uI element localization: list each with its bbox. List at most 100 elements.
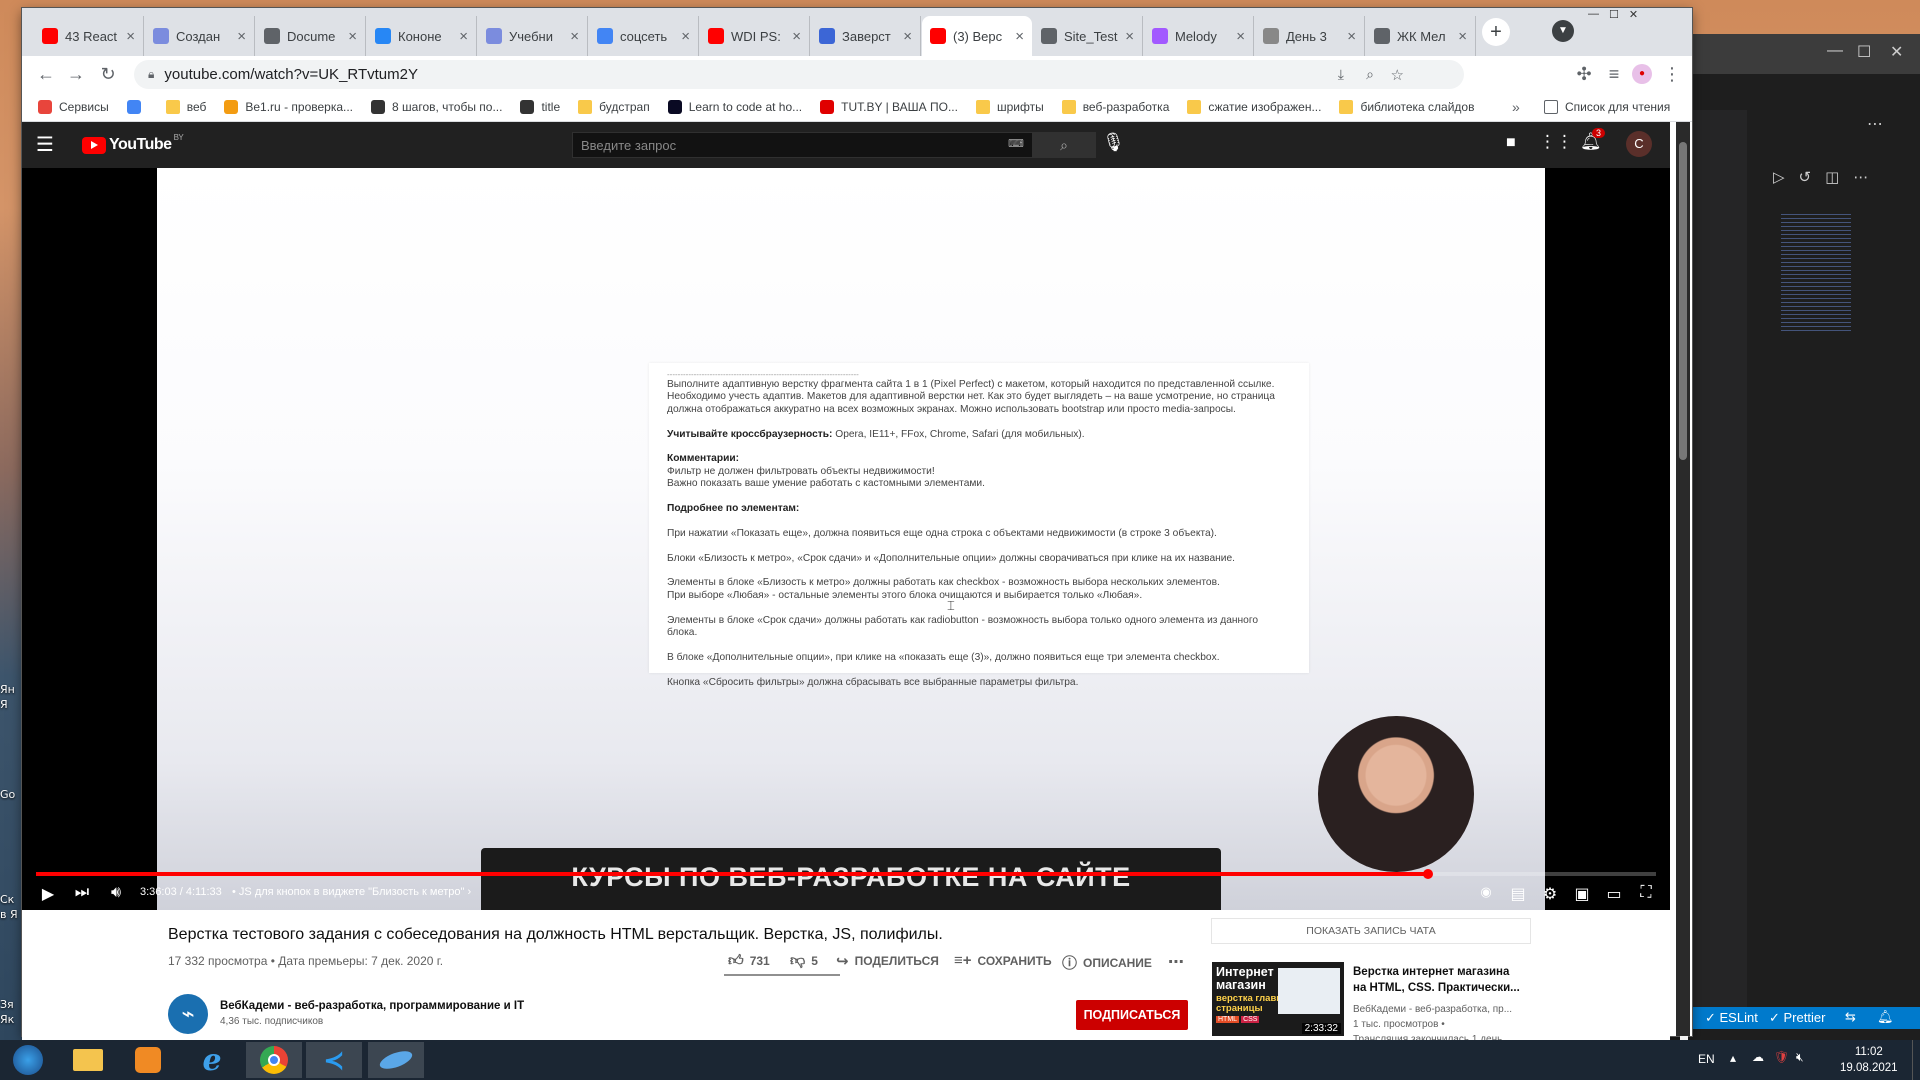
clock[interactable]: 11:02 19.08.2021 (1840, 1044, 1898, 1076)
reload-icon[interactable]: ↻ (96, 62, 120, 86)
share-button[interactable]: ↪ ПОДЕЛИТЬСЯ (836, 952, 939, 970)
chat-replay-button[interactable]: ПОКАЗАТЬ ЗАПИСЬ ЧАТА (1211, 918, 1531, 944)
save-button[interactable]: ≡+ СОХРАНИТЬ (954, 952, 1052, 969)
maximize-icon[interactable]: ☐ (1609, 8, 1619, 22)
youtube-logo[interactable]: YouTube BY (82, 133, 184, 154)
bookmark[interactable]: 8 шагов, чтобы по... (371, 99, 502, 114)
firewall-icon[interactable]: 🛡︎ (1774, 1050, 1789, 1064)
media-control-icon[interactable]: ≡ (1602, 62, 1626, 86)
taskbar-app[interactable] (368, 1042, 424, 1078)
maximize-icon[interactable]: ☐ (1857, 42, 1871, 62)
lock-icon[interactable]: 🔒︎ (148, 67, 154, 82)
run-icon[interactable]: ▷ (1773, 168, 1785, 194)
tab-search-icon[interactable]: ▼ (1552, 20, 1574, 42)
close-tab-icon[interactable]: × (348, 28, 357, 45)
bookmark[interactable]: TUT.BY | ВАША ПО... (820, 99, 958, 114)
video-player[interactable]: ----------------------------------------… (22, 168, 1670, 950)
more-bookmarks-icon[interactable]: » (1512, 99, 1520, 115)
close-tab-icon[interactable]: × (681, 28, 690, 45)
bookmark[interactable]: Сервисы (38, 99, 109, 114)
profile-icon[interactable]: ● (1632, 64, 1652, 84)
tab[interactable]: День 3 × (1255, 16, 1365, 56)
search-input[interactable]: Введите запрос (572, 132, 1052, 158)
minimize-icon[interactable]: — (1588, 8, 1599, 22)
bookmark[interactable]: веб (165, 99, 206, 114)
bookmark[interactable]: будстрап (578, 99, 650, 114)
language-indicator[interactable]: EN (1698, 1052, 1715, 1066)
avatar[interactable]: С (1626, 131, 1652, 157)
description-button[interactable]: ⓘ ОПИСАНИЕ (1062, 952, 1152, 973)
close-tab-icon[interactable]: × (1125, 28, 1134, 45)
fullscreen-icon[interactable]: ⛶ (1634, 884, 1658, 902)
page-scrollbar[interactable] (1676, 122, 1690, 1036)
channel-avatar[interactable]: ⌁ (168, 994, 208, 1034)
tray-up-icon[interactable]: ▴ (1730, 1051, 1736, 1065)
scrollbar-thumb[interactable] (1679, 142, 1687, 460)
miniplayer-icon[interactable]: ▣ (1570, 884, 1594, 904)
install-icon[interactable]: ⤓ (1338, 66, 1344, 83)
tab[interactable]: Заверст × (811, 16, 921, 56)
bookmark[interactable]: шрифты (975, 99, 1044, 114)
more-actions-icon[interactable]: ⋯ (1168, 952, 1184, 972)
bell-icon[interactable]: 🔔︎ (1877, 1009, 1894, 1025)
close-tab-icon[interactable]: × (792, 28, 801, 45)
theater-mode-icon[interactable]: ▭ (1602, 884, 1626, 904)
subscribe-button[interactable]: ПОДПИСАТЬСЯ (1076, 1000, 1188, 1030)
start-button[interactable] (0, 1042, 56, 1078)
microphone-icon[interactable]: 🎙︎ (1102, 132, 1125, 153)
close-tab-icon[interactable]: × (1458, 28, 1467, 45)
eslint-status[interactable]: ✓ ESLint (1705, 1010, 1758, 1026)
search-button[interactable]: ⌕ (1032, 132, 1096, 158)
tab[interactable]: Создан × (145, 16, 255, 56)
taskbar-ie[interactable]: e (184, 1042, 240, 1078)
tab[interactable]: Melody × (1144, 16, 1254, 56)
progress-bar[interactable] (36, 869, 1656, 879)
tab[interactable]: Учебни × (478, 16, 588, 56)
bookmark[interactable]: библиотека слайдов (1339, 99, 1474, 114)
recommended-title[interactable]: Верстка интернет магазина на HTML, CSS. … (1353, 964, 1520, 996)
close-tab-icon[interactable]: × (126, 28, 135, 45)
new-tab-button[interactable]: + (1482, 18, 1510, 46)
split-editor-icon[interactable]: ◫ (1825, 168, 1839, 194)
bookmark[interactable] (126, 99, 148, 114)
reading-list[interactable]: Список для чтения (1544, 99, 1670, 114)
recommended-thumbnail[interactable]: Интернет магазин верстка главной страниц… (1212, 962, 1344, 1036)
close-tab-icon[interactable]: × (459, 28, 468, 45)
menu-icon[interactable]: ⋮ (1660, 62, 1684, 86)
address-bar[interactable]: 🔒︎ youtube.com/watch?v=UK_RTvtum2Y ⤓ ⌕ ☆ (134, 60, 1464, 89)
bookmark[interactable]: сжатие изображен... (1187, 99, 1321, 114)
close-tab-icon[interactable]: × (1015, 28, 1024, 45)
chapter-title[interactable]: • JS для кнопок в виджете "Близость к ме… (232, 886, 471, 898)
minimize-icon[interactable]: — (1827, 42, 1843, 60)
hamburger-icon[interactable]: ☰ (36, 132, 54, 157)
dislike-button[interactable]: 👎︎ 5 (790, 952, 818, 970)
tab[interactable]: ЖК Мел × (1366, 16, 1476, 56)
subtitles-icon[interactable]: ▤ (1506, 884, 1530, 904)
volume-icon[interactable]: 🔊︎ (104, 884, 128, 902)
like-button[interactable]: 👍︎ 731 (728, 952, 770, 970)
bookmark[interactable]: веб-разработка (1061, 99, 1169, 114)
history-icon[interactable]: ↺ (1799, 168, 1812, 194)
tab[interactable]: Site_Test × (1033, 16, 1143, 56)
taskbar-chrome[interactable] (246, 1042, 302, 1078)
network-icon[interactable]: ☁ (1752, 1050, 1764, 1064)
taskbar-explorer[interactable] (60, 1042, 116, 1078)
star-icon[interactable]: ☆ (1391, 66, 1404, 84)
taskbar-vscode[interactable]: ≺ (306, 1042, 362, 1078)
close-icon[interactable]: ✕ (1890, 42, 1903, 62)
tab[interactable]: 43 React × (34, 16, 144, 56)
close-tab-icon[interactable]: × (1236, 28, 1245, 45)
tab[interactable]: Кононе × (367, 16, 477, 56)
close-tab-icon[interactable]: × (570, 28, 579, 45)
tab[interactable]: WDI PS: × (700, 16, 810, 56)
next-icon[interactable]: ⏭ (70, 884, 94, 902)
tab[interactable]: Docume × (256, 16, 366, 56)
settings-icon[interactable]: ⚙ (1538, 884, 1562, 904)
close-tab-icon[interactable]: × (1347, 28, 1356, 45)
forward-icon[interactable]: → (64, 62, 88, 86)
prettier-status[interactable]: ✓ Prettier (1769, 1010, 1825, 1026)
volume-icon[interactable]: 🔇︎ (1796, 1050, 1804, 1065)
tab[interactable]: (3) Верс × (922, 16, 1032, 56)
tab[interactable]: соцсеть × (589, 16, 699, 56)
bookmark[interactable]: Learn to code at ho... (667, 99, 802, 114)
